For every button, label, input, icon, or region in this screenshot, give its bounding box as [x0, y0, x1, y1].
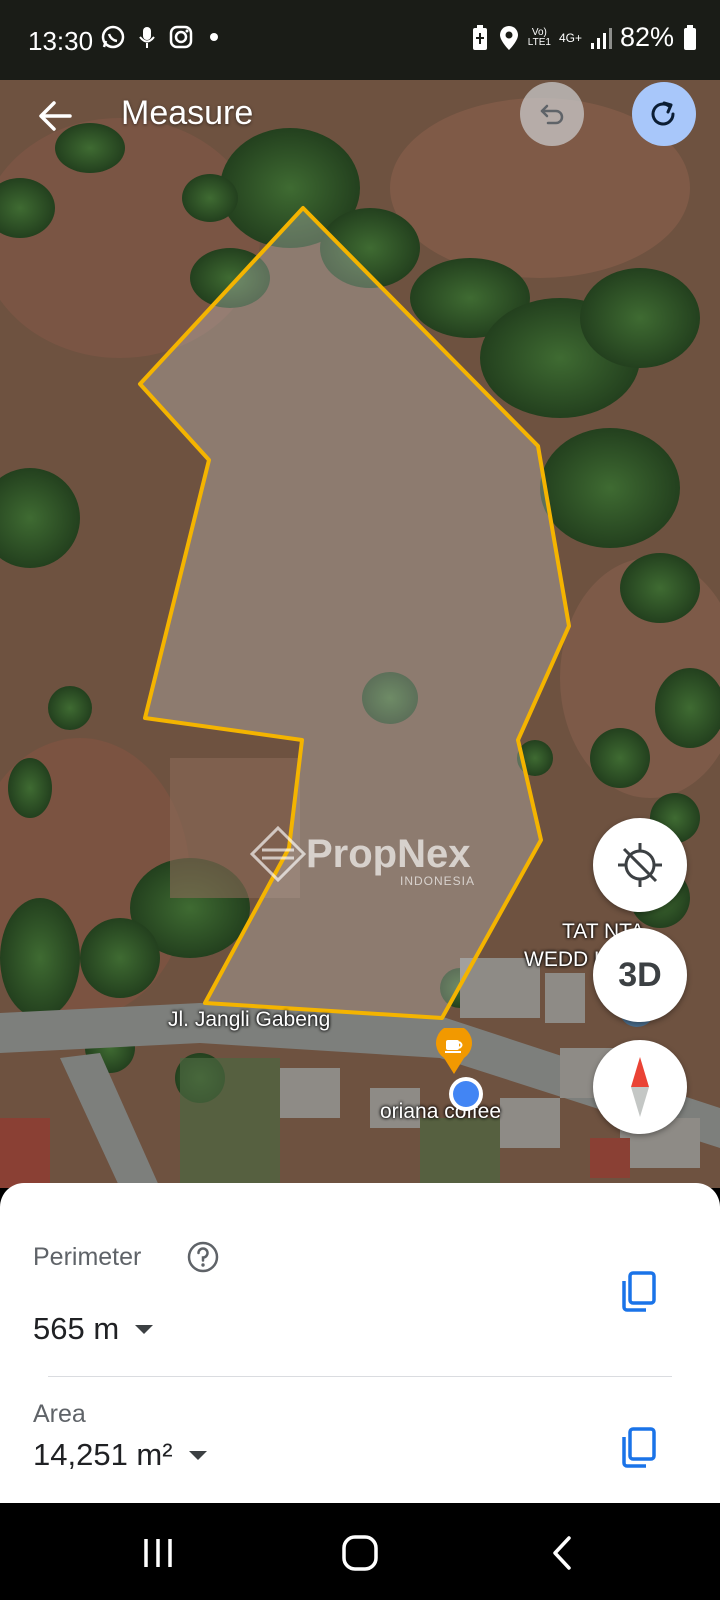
dot-icon [210, 33, 218, 41]
view-3d-button[interactable]: 3D [593, 928, 687, 1022]
whatsapp-icon [101, 25, 125, 49]
status-left-icons [100, 24, 224, 50]
help-circle-icon[interactable] [186, 1240, 220, 1274]
undo-button[interactable] [520, 82, 584, 146]
system-nav-bar [0, 1503, 720, 1600]
carrier-line1: Vo) [531, 26, 547, 38]
redo-button[interactable] [632, 82, 696, 146]
mic-icon [139, 27, 155, 48]
instagram-icon [169, 25, 193, 49]
compass-button[interactable] [593, 1040, 687, 1134]
recents-icon [144, 1539, 172, 1567]
battery-icon [684, 24, 696, 50]
satellite-imagery [0, 58, 720, 1188]
back-chevron-icon [553, 1536, 571, 1570]
dropdown-arrow-icon [135, 1325, 154, 1334]
recents-button[interactable] [128, 1533, 188, 1573]
copy-perimeter-button[interactable] [616, 1267, 664, 1315]
compass-icon [631, 1057, 649, 1117]
my-location-dot [449, 1077, 483, 1111]
perimeter-value: 565 m [33, 1311, 120, 1346]
perimeter-label: Perimeter [33, 1243, 142, 1271]
area-label: Area [33, 1400, 86, 1428]
area-unit-dropdown[interactable]: 14,251 m² [33, 1437, 209, 1473]
watermark-sub: INDONESIA [400, 874, 476, 888]
satellite-map[interactable]: Jl. Jangli Gabeng oriana coffee TAT NTA … [0, 58, 720, 1188]
nav-back-button[interactable] [532, 1533, 592, 1573]
undo-icon [540, 104, 564, 125]
arrow-back-icon [39, 101, 72, 131]
network-type: 4G+ [558, 30, 582, 45]
divider [48, 1376, 672, 1377]
redo-icon [651, 101, 675, 126]
back-button[interactable] [34, 94, 78, 138]
dropdown-arrow-icon [188, 1451, 207, 1460]
view-3d-label: 3D [618, 955, 662, 994]
battery-percent: 82% [619, 22, 674, 52]
location-icon [499, 25, 518, 50]
road-label: Jl. Jangli Gabeng [168, 1008, 331, 1031]
area-value: 14,251 m² [33, 1437, 173, 1472]
carrier-line2: LTE1 [527, 36, 551, 48]
status-bar: 13:30 Vo) LTE1 4G+ 82% [0, 0, 720, 80]
coffee-cup-icon[interactable] [434, 1028, 474, 1076]
watermark-name: PropNex [306, 831, 471, 876]
home-icon [342, 1535, 378, 1571]
status-time: 13:30 [28, 26, 94, 56]
location-disabled-icon [618, 843, 662, 887]
propnex-watermark: PropNex INDONESIA [250, 826, 474, 888]
page-title: Measure [121, 94, 254, 132]
status-right-icons: Vo) LTE1 4G+ 82% [470, 22, 698, 53]
my-location-button[interactable] [593, 818, 687, 912]
volte-icon: Vo) LTE1 [527, 26, 551, 48]
propnex-logo-icon [250, 826, 306, 882]
perimeter-unit-dropdown[interactable]: 565 m [33, 1311, 155, 1347]
signal-icon [590, 27, 612, 49]
top-app-bar: Measure [0, 80, 720, 150]
measure-bottom-sheet: Perimeter 565 m Area 14,251 m² [0, 1183, 720, 1503]
battery-saver-icon [472, 24, 487, 50]
copy-area-button[interactable] [616, 1423, 664, 1471]
home-button[interactable] [330, 1533, 390, 1573]
